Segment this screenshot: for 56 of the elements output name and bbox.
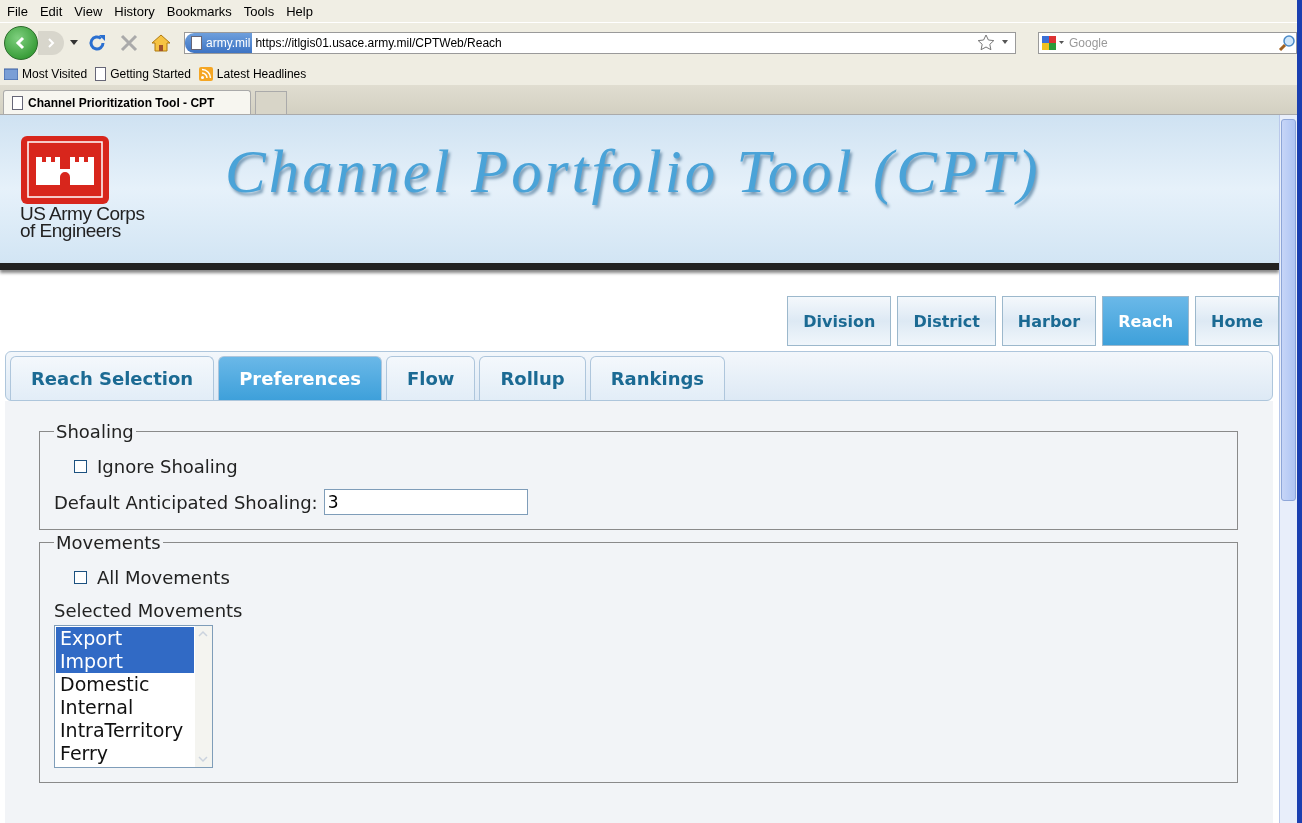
list-option[interactable]: Import (56, 650, 194, 673)
list-option[interactable]: Export (56, 627, 194, 650)
nav-button[interactable]: Division (787, 296, 892, 346)
group-legend: Movements (54, 532, 163, 553)
page-icon (191, 36, 202, 50)
search-icon[interactable] (1278, 34, 1296, 52)
tab[interactable]: Rollup (479, 356, 586, 400)
scrollbar-thumb[interactable] (1281, 119, 1296, 501)
menu-item[interactable]: Edit (34, 3, 68, 19)
nav-button[interactable]: District (897, 296, 996, 346)
close-icon (120, 34, 138, 52)
nav-button[interactable]: Home (1195, 296, 1279, 346)
checkbox-label[interactable]: All Movements (74, 567, 1223, 588)
group-legend: Shoaling (54, 421, 136, 442)
field-label: Default Anticipated Shoaling: (54, 491, 318, 513)
input-field[interactable]: 3 (323, 489, 528, 515)
menu-item[interactable]: History (109, 3, 160, 19)
menu-item[interactable]: Bookmarks (161, 3, 237, 19)
list-option[interactable]: Ferry (56, 742, 194, 765)
app-title: Channel Portfolio Tool (CPT) (225, 137, 1041, 207)
page-icon (12, 95, 23, 110)
tab[interactable]: Rankings (589, 356, 726, 400)
checkbox[interactable] (74, 460, 87, 473)
browser-tab[interactable]: Channel Prioritization Tool - CPT (3, 90, 251, 114)
bookmark[interactable]: Latest Headlines (198, 67, 307, 81)
reload-icon (87, 33, 107, 53)
folder-icon (4, 68, 18, 80)
feed-icon (198, 67, 213, 81)
list-option[interactable]: Domestic (56, 673, 194, 696)
list-option[interactable]: Internal (56, 696, 194, 719)
star-icon[interactable] (977, 34, 995, 52)
organization-name: US Army Corps of Engineers (20, 205, 146, 239)
menu-item[interactable]: Tools (238, 3, 280, 19)
menu-item[interactable]: File (2, 3, 33, 19)
bookmark[interactable]: Getting Started (95, 67, 191, 81)
house-icon (151, 34, 171, 52)
address-bar[interactable]: army.mil https://itlgis01.usace.army.mil/CPTWeb/Reach (184, 32, 1016, 54)
search-engine-icon[interactable] (1039, 34, 1065, 52)
field-label: Selected Movements (54, 600, 243, 621)
list-box[interactable]: Export Import Domestic Internal IntraTerritory Ferry (54, 625, 213, 768)
dropdown-caret-icon[interactable] (70, 40, 78, 46)
menu-item[interactable]: Help (281, 3, 318, 19)
tab[interactable]: Flow (385, 356, 476, 400)
nav-button[interactable]: Harbor (1001, 296, 1097, 346)
back-button[interactable] (4, 26, 38, 60)
search-placeholder: Google (1068, 36, 1109, 50)
checkbox[interactable] (74, 571, 87, 584)
site-identity-button[interactable]: army.mil (185, 33, 253, 53)
checkbox-label[interactable]: Ignore Shoaling (74, 456, 1223, 477)
list-option[interactable]: IntraTerritory (56, 719, 194, 742)
tab[interactable]: Reach Selection (10, 356, 215, 400)
castle-logo-icon (20, 135, 110, 205)
menu-item[interactable]: View (69, 3, 108, 19)
bookmark[interactable]: Most Visited (4, 67, 88, 81)
page-icon (95, 67, 107, 81)
url-text: https://itlgis01.usace.army.mil/CPTWeb/Reach (254, 36, 503, 50)
